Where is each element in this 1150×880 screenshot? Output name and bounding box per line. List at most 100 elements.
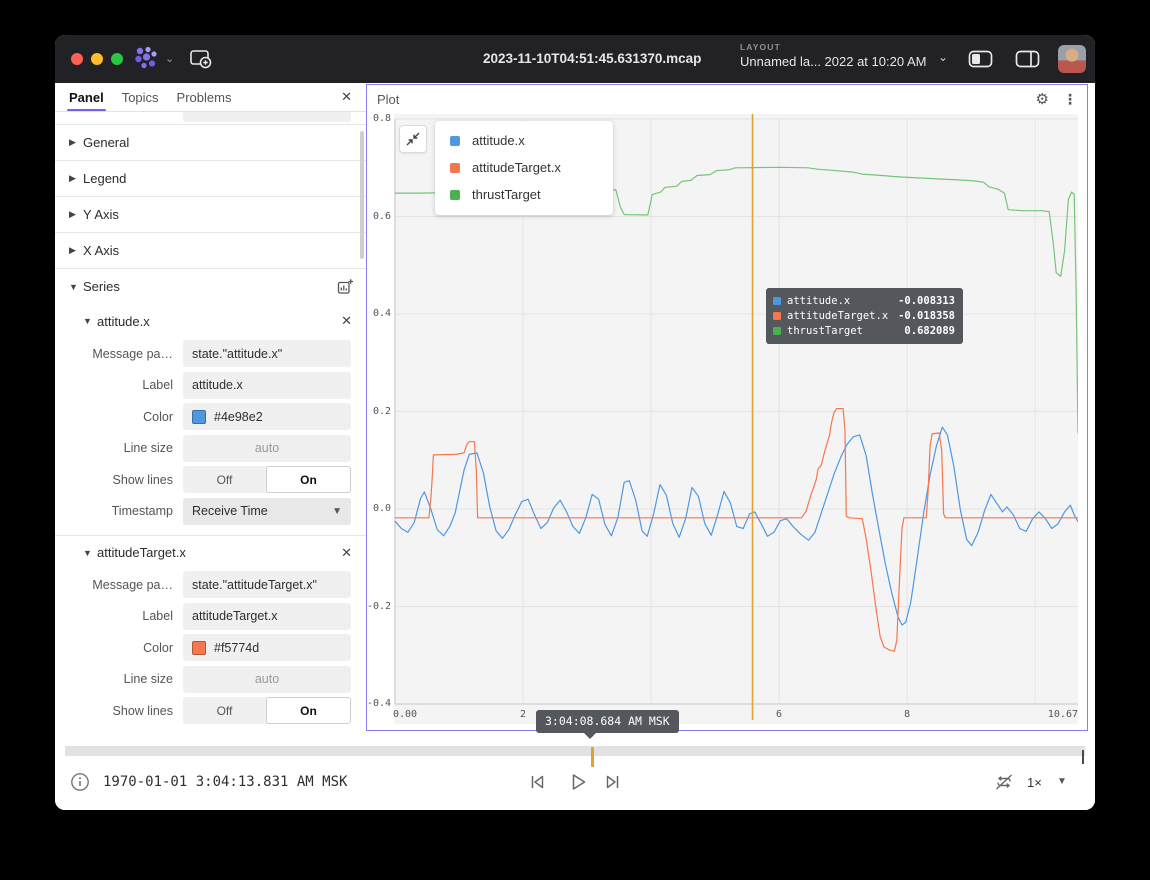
expanded-caret-icon: ▼	[69, 282, 83, 292]
foxglove-logo-icon[interactable]	[133, 46, 161, 72]
app-menu-chevron-icon[interactable]: ⌄	[165, 49, 174, 69]
show-lines-off-option[interactable]: Off	[183, 466, 266, 493]
collapse-arrows-icon	[405, 131, 421, 147]
x-tick-label: 8	[892, 709, 922, 720]
plot-panel[interactable]: Plot ⚙ ⋮ 0.80.60.40.20.0-0.2-0.40.002468…	[366, 84, 1088, 731]
legend-item[interactable]: attitudeTarget.x	[435, 154, 613, 181]
title-field-label: Title	[55, 112, 183, 115]
y-tick-label: 0.6	[367, 211, 391, 222]
add-series-icon[interactable]	[337, 278, 354, 295]
show-lines-off-option[interactable]: Off	[183, 697, 266, 724]
titlebar: ⌄ 2023-11-10T04:51:45.631370.mcap LAYOUT…	[55, 35, 1095, 83]
playback-bar: 1970-01-01 3:04:13.831 AM MSK 1× ▼	[55, 740, 1095, 810]
message-path-input[interactable]: state."attitudeTarget.x"	[183, 571, 351, 598]
section-y-axis[interactable]: ▶ Y Axis	[55, 196, 366, 232]
field-row-line-size: Line size auto	[55, 433, 366, 465]
field-row-message-path: Message pa… state."attitude.x"	[55, 338, 366, 370]
section-legend[interactable]: ▶ Legend	[55, 160, 366, 196]
collapsed-caret-icon: ▶	[69, 209, 83, 220]
color-swatch[interactable]	[192, 641, 206, 655]
field-row-show-lines: Show lines Off On	[55, 695, 366, 727]
show-lines-on-option[interactable]: On	[266, 697, 351, 724]
tab-problems[interactable]: Problems	[177, 83, 232, 111]
zoom-window-button[interactable]	[111, 53, 123, 65]
show-lines-toggle: Off On	[183, 697, 351, 724]
remove-series-icon[interactable]: ✕	[341, 313, 352, 329]
timestamp-select[interactable]: Receive Time ▼	[183, 498, 351, 525]
add-panel-icon[interactable]	[189, 48, 213, 70]
info-icon[interactable]	[70, 772, 90, 792]
message-path-input[interactable]: state."attitude.x"	[183, 340, 351, 367]
series-header-attitude-x[interactable]: ▼ attitude.x ✕	[55, 304, 366, 338]
field-row-timestamp: Timestamp Receive Time ▼	[55, 496, 366, 528]
recording-filename: 2023-11-10T04:51:45.631370.mcap	[483, 35, 701, 83]
y-tick-label: 0.0	[367, 503, 391, 514]
chevron-down-icon: ▼	[332, 506, 342, 517]
field-row-label: Label attitude.x	[55, 370, 366, 402]
minimize-window-button[interactable]	[91, 53, 103, 65]
x-tick-label: 10.67	[1044, 709, 1078, 720]
speed-chevron-icon[interactable]: ▼	[1057, 776, 1067, 787]
panel-settings-gear-icon[interactable]: ⚙	[1036, 90, 1049, 108]
remove-series-icon[interactable]: ✕	[341, 545, 352, 561]
panel-menu-kebab-icon[interactable]: ⋮	[1063, 91, 1077, 108]
field-row-message-path: Message pa… state."attitudeTarget.x"	[55, 569, 366, 601]
line-size-input[interactable]: auto	[183, 435, 351, 462]
playback-scrubber[interactable]	[65, 746, 1085, 756]
title-field-row-clipped: Title Plot	[55, 112, 366, 124]
tab-topics[interactable]: Topics	[122, 83, 159, 111]
section-x-axis[interactable]: ▶ X Axis	[55, 232, 366, 268]
scrubber-hover-time-tooltip: 3:04:08.684 AM MSK	[536, 710, 679, 733]
seek-backward-icon[interactable]	[527, 772, 547, 792]
layout-name: Unnamed la... 2022 at 10:20 AM	[740, 54, 955, 69]
legend-item[interactable]: attitude.x	[435, 127, 613, 154]
right-sidebar-toggle-icon[interactable]	[1015, 50, 1040, 68]
chart-hover-tooltip: attitude.x -0.008313 attitudeTarget.x -0…	[766, 288, 963, 344]
chart-area[interactable]: 0.80.60.40.20.0-0.2-0.40.00246810.67 att…	[367, 114, 1078, 736]
sidebar-close-icon[interactable]: ✕	[341, 89, 352, 105]
field-row-color: Color #4e98e2	[55, 401, 366, 433]
layout-label: LAYOUT	[740, 42, 955, 52]
panel-title-input[interactable]: Plot	[183, 112, 351, 122]
color-input[interactable]: #4e98e2	[183, 403, 351, 430]
series-line-attitude.x	[395, 427, 1078, 625]
legend-item[interactable]: thrustTarget	[435, 181, 613, 208]
seek-forward-icon[interactable]	[603, 772, 623, 792]
label-input[interactable]: attitudeTarget.x	[183, 603, 351, 630]
close-window-button[interactable]	[71, 53, 83, 65]
legend-swatch	[450, 136, 460, 146]
line-size-input[interactable]: auto	[183, 666, 351, 693]
color-input[interactable]: #f5774d	[183, 634, 351, 661]
legend-swatch	[450, 163, 460, 173]
sidebar-scroll-area: Title Plot ▶ General ▶ Legend ▶ Y Axis ▶	[55, 112, 366, 740]
playback-playhead-marker[interactable]	[591, 747, 594, 767]
layout-picker[interactable]: LAYOUT Unnamed la... 2022 at 10:20 AM	[740, 42, 955, 78]
legend-collapse-button[interactable]	[399, 125, 427, 153]
chart-legend: attitude.x attitudeTarget.x thrustTarget	[435, 121, 613, 215]
show-lines-toggle: Off On	[183, 466, 351, 493]
section-series[interactable]: ▼ Series	[55, 268, 366, 304]
field-row-label: Label attitudeTarget.x	[55, 601, 366, 633]
current-time-display: 1970-01-01 3:04:13.831 AM MSK	[103, 774, 347, 790]
tab-panel[interactable]: Panel	[69, 83, 104, 111]
collapsed-caret-icon: ▶	[69, 173, 83, 184]
app-window: ⌄ 2023-11-10T04:51:45.631370.mcap LAYOUT…	[55, 35, 1095, 810]
section-general[interactable]: ▶ General	[55, 124, 366, 160]
field-row-color: Color #f5774d	[55, 632, 366, 664]
play-icon[interactable]	[567, 771, 589, 793]
show-lines-on-option[interactable]: On	[266, 466, 351, 493]
user-avatar[interactable]	[1058, 45, 1086, 73]
settings-sidebar: Panel Topics Problems ✕ Title Plot ▶ Gen…	[55, 83, 366, 740]
sidebar-tabs: Panel Topics Problems ✕	[55, 83, 366, 112]
loop-off-icon[interactable]	[993, 772, 1015, 792]
color-swatch[interactable]	[192, 410, 206, 424]
series-header-attitudetarget-x[interactable]: ▼ attitudeTarget.x ✕	[55, 535, 366, 569]
plot-panel-title: Plot	[377, 92, 399, 107]
y-tick-label: 0.4	[367, 308, 391, 319]
sidebar-scrollbar[interactable]	[360, 131, 364, 259]
layout-chevron-icon[interactable]: ⌄	[938, 50, 948, 64]
playback-speed[interactable]: 1×	[1027, 775, 1042, 790]
x-tick-label: 0.00	[393, 709, 417, 720]
left-sidebar-toggle-icon[interactable]	[968, 50, 993, 68]
label-input[interactable]: attitude.x	[183, 372, 351, 399]
